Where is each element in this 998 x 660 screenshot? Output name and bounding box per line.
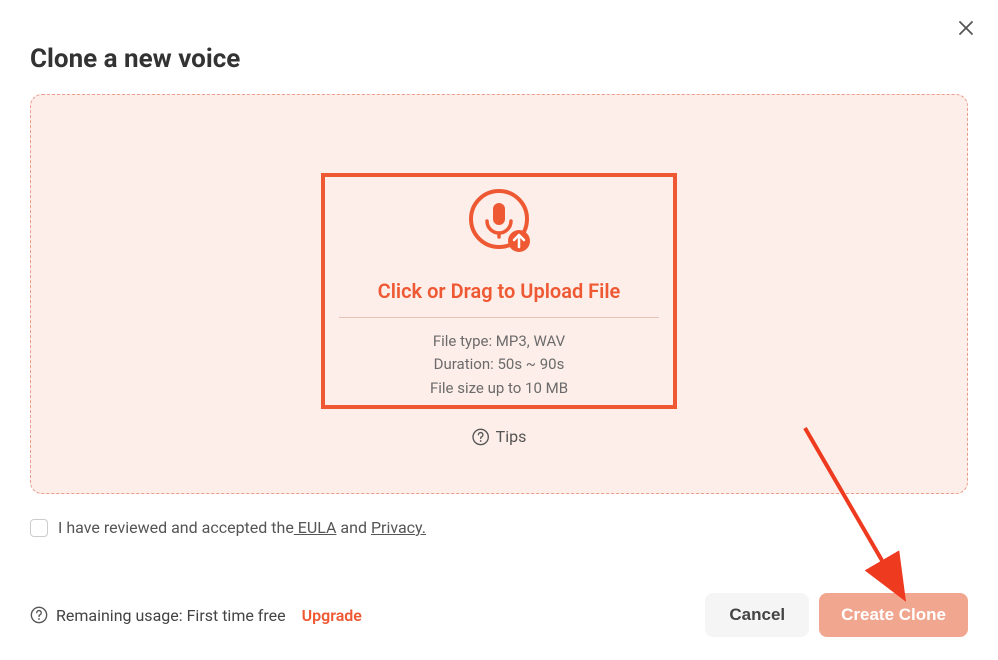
duration-text: Duration: 50s ~ 90s [430, 353, 568, 376]
upload-requirements: File type: MP3, WAV Duration: 50s ~ 90s … [430, 330, 568, 400]
tips-label: Tips [496, 427, 527, 446]
cancel-button[interactable]: Cancel [705, 593, 809, 637]
file-size-text: File size up to 10 MB [430, 377, 568, 400]
consent-checkbox[interactable] [30, 519, 48, 537]
consent-mid: and [336, 518, 371, 537]
close-button[interactable] [956, 18, 976, 38]
usage-info: Remaining usage: First time free Upgrade [30, 606, 695, 625]
upload-cta-text: Click or Drag to Upload File [378, 279, 621, 303]
upload-highlight-box: Click or Drag to Upload File File type: … [321, 173, 677, 409]
help-circle-icon [472, 428, 490, 446]
usage-label: Remaining usage: First time free [56, 606, 286, 625]
privacy-link[interactable]: Privacy. [371, 518, 426, 537]
upgrade-link[interactable]: Upgrade [302, 606, 362, 625]
help-circle-icon [30, 606, 48, 624]
consent-prefix: I have reviewed and accepted the [58, 518, 294, 537]
tips-link[interactable]: Tips [472, 427, 527, 446]
divider [339, 317, 659, 318]
microphone-upload-icon [461, 185, 537, 261]
upload-dropzone[interactable]: Click or Drag to Upload File File type: … [30, 94, 968, 494]
close-icon [958, 20, 974, 36]
footer-row: Remaining usage: First time free Upgrade… [30, 593, 968, 637]
create-clone-button[interactable]: Create Clone [819, 593, 968, 637]
consent-row: I have reviewed and accepted the EULA an… [30, 518, 968, 537]
clone-voice-modal: Clone a new voice [0, 0, 998, 660]
consent-text: I have reviewed and accepted the EULA an… [58, 518, 426, 537]
modal-title: Clone a new voice [30, 44, 968, 74]
file-type-text: File type: MP3, WAV [430, 330, 568, 353]
eula-link[interactable]: EULA [294, 518, 337, 537]
